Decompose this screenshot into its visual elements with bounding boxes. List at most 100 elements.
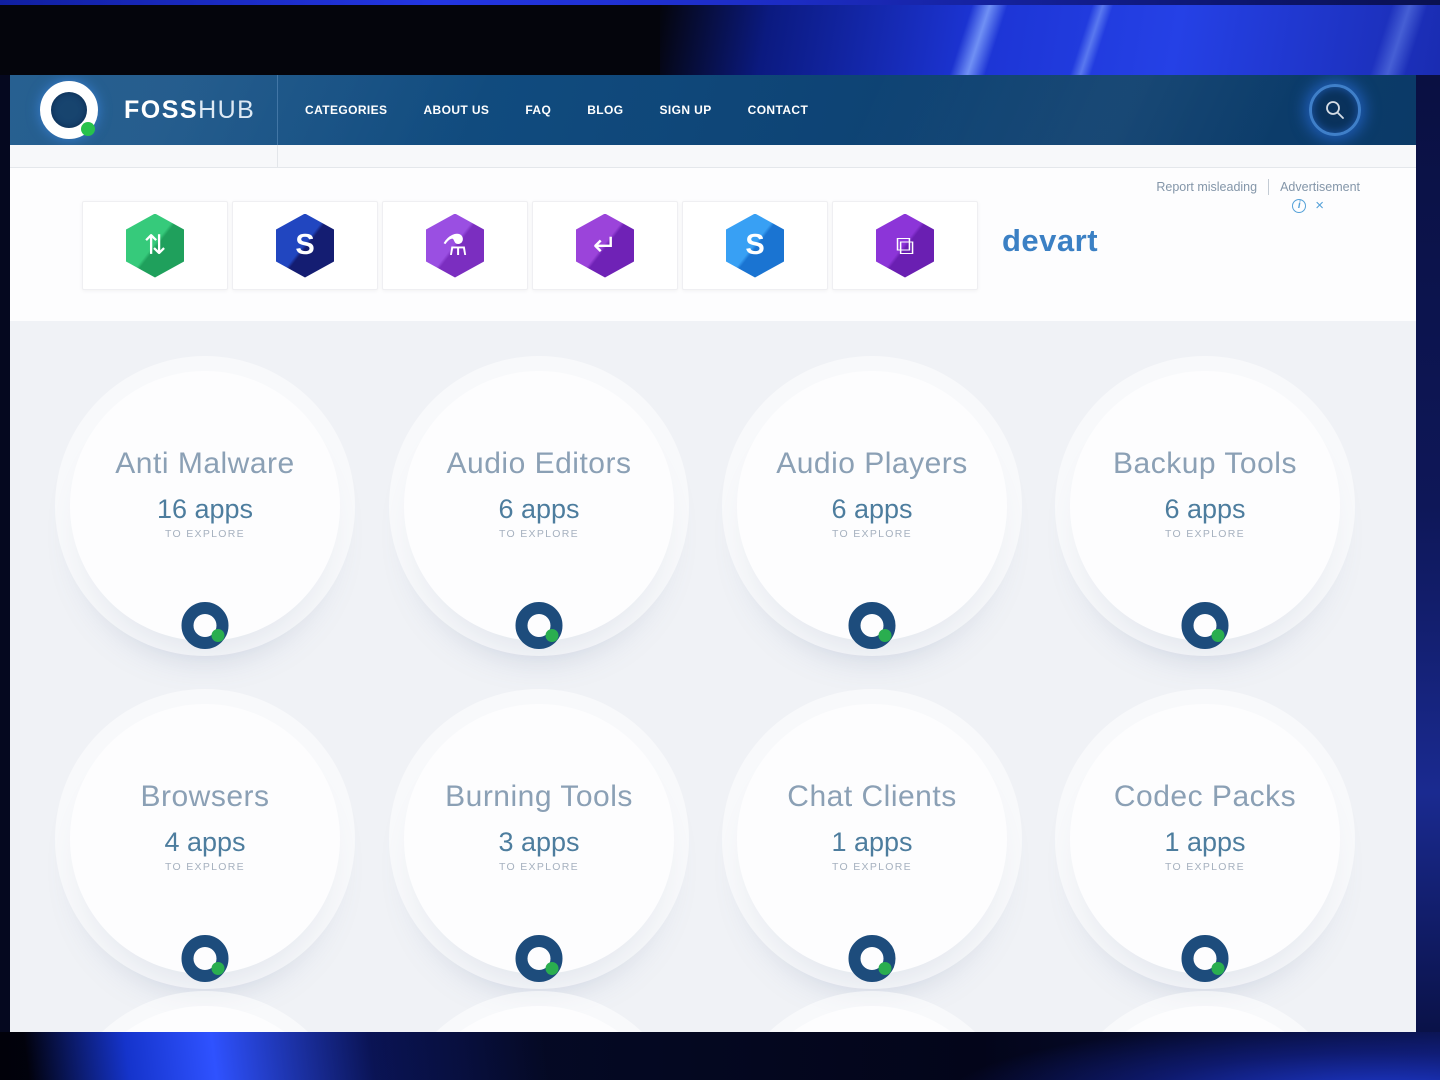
wordmark-light: HUB [198,95,256,124]
category-circle-partial[interactable] [404,1006,674,1032]
green-dot-icon [1211,629,1225,642]
category-circle-partial[interactable] [1070,1006,1340,1032]
fosshub-o-icon [848,602,896,649]
category-card-audio-editors[interactable]: Audio Editors 6 apps TO EXPLORE [404,371,674,649]
category-count: 3 apps [498,827,580,857]
data-blocks-hexagon-icon: ⧉ [876,213,934,278]
report-misleading-link[interactable]: Report misleading [1156,180,1257,194]
green-dot-icon [211,629,225,642]
category-card-browsers[interactable]: Browsers 4 apps TO EXPLORE [70,704,340,982]
category-card-chat-clients[interactable]: Chat Clients 1 apps TO EXPLORE [737,704,1007,982]
category-card-anti-malware[interactable]: Anti Malware 16 apps TO EXPLORE [70,371,340,649]
fosshub-o-icon [181,602,229,649]
nav-item-faq[interactable]: FAQ [525,103,551,117]
ad-tile[interactable]: ⚗ [382,201,528,290]
studio-s-blue-hexagon-icon: S [726,213,784,278]
subbar-divider [277,145,278,167]
category-explore-label: TO EXPLORE [832,528,912,540]
green-dot-icon [545,629,559,642]
categories-grid: Anti Malware 16 apps TO EXPLORE Audio Ed… [10,321,1416,1032]
category-count: 16 apps [156,494,254,524]
category-count: 1 apps [831,827,913,857]
search-button[interactable] [1309,84,1361,136]
sync-arrows-hexagon-icon: ⇅ [126,213,184,278]
fosshub-o-icon [181,935,229,982]
category-card-burning-tools[interactable]: Burning Tools 3 apps TO EXPLORE [404,704,674,982]
studio-s-navy-hexagon-icon: S [276,213,334,278]
category-explore-label: TO EXPLORE [165,528,245,540]
green-dot-icon [211,962,225,975]
category-title: Burning Tools [445,780,633,813]
light-streak [1356,5,1438,75]
advertisement-label: Advertisement [1280,180,1360,194]
green-dot-icon [878,962,892,975]
ad-close-icon[interactable]: × [1315,198,1324,213]
category-title: Audio Editors [446,447,632,480]
sub-header-strip [10,145,1416,168]
slide-left-band [0,75,10,1032]
category-circle-partial[interactable] [70,1006,340,1032]
nav-item-blog[interactable]: BLOG [587,103,623,117]
search-icon [1326,101,1344,119]
main-navigation: CATEGORIES ABOUT US FAQ BLOG SIGN UP CON… [305,75,808,145]
category-count: 6 apps [831,494,913,524]
category-title: Audio Players [776,447,968,480]
fosshub-o-icon [1181,602,1229,649]
browser-page: FOSSHUB CATEGORIES ABOUT US FAQ BLOG SIG… [10,75,1416,1032]
category-explore-label: TO EXPLORE [165,861,245,873]
category-count: 1 apps [1164,827,1246,857]
ad-tile[interactable]: S [682,201,828,290]
ad-meta: Report misleading Advertisement [1156,179,1360,195]
fosshub-logo[interactable]: FOSSHUB [40,81,255,139]
devart-logo[interactable]: devart [1002,223,1098,259]
light-streak [936,5,1018,75]
slide-top-right-glow [660,5,1440,75]
slide-bottom-band [0,1032,1440,1080]
category-circle-partial[interactable] [737,1006,1007,1032]
category-title: Chat Clients [787,780,957,813]
flask-hexagon-icon: ⚗ [426,213,484,278]
adchoices-info-icon[interactable]: i [1292,199,1307,213]
fosshub-o-icon [515,935,563,982]
nav-item-categories[interactable]: CATEGORIES [305,103,387,117]
nav-item-sign-up[interactable]: SIGN UP [659,103,711,117]
category-explore-label: TO EXPLORE [499,528,579,540]
fosshub-o-icon [515,602,563,649]
ad-meta-divider [1268,179,1270,195]
category-explore-label: TO EXPLORE [1165,528,1245,540]
navbar-divider [277,75,278,145]
category-title: Anti Malware [115,447,295,480]
category-title: Browsers [140,780,270,813]
category-explore-label: TO EXPLORE [1165,861,1245,873]
category-count: 4 apps [164,827,246,857]
nav-item-about-us[interactable]: ABOUT US [423,103,489,117]
fosshub-o-icon [40,81,98,139]
ad-product-tiles: ⇅ S ⚗ ↵ S ⧉ [82,201,978,290]
green-dot-icon [81,122,95,136]
green-dot-icon [545,962,559,975]
category-card-codec-packs[interactable]: Codec Packs 1 apps TO EXPLORE [1070,704,1340,982]
advertisement-banner: Report misleading Advertisement i × ⇅ S … [10,168,1416,321]
green-dot-icon [1211,962,1225,975]
category-count: 6 apps [498,494,580,524]
fosshub-wordmark: FOSSHUB [124,96,255,125]
nav-item-contact[interactable]: CONTACT [748,103,809,117]
fosshub-o-icon [848,935,896,982]
category-card-backup-tools[interactable]: Backup Tools 6 apps TO EXPLORE [1070,371,1340,649]
ad-tile[interactable]: ⧉ [832,201,978,290]
ad-tile[interactable]: ⇅ [82,201,228,290]
return-arrow-hexagon-icon: ↵ [576,213,634,278]
category-count: 6 apps [1164,494,1246,524]
ad-tile[interactable]: ↵ [532,201,678,290]
ad-tile[interactable]: S [232,201,378,290]
top-navbar: FOSSHUB CATEGORIES ABOUT US FAQ BLOG SIG… [10,75,1416,145]
green-dot-icon [878,629,892,642]
light-streak [1055,5,1125,75]
ad-controls: i × [1292,198,1324,213]
category-card-audio-players[interactable]: Audio Players 6 apps TO EXPLORE [737,371,1007,649]
category-title: Codec Packs [1113,780,1297,813]
fosshub-o-icon [1181,935,1229,982]
slide-right-band [1416,75,1440,1032]
category-explore-label: TO EXPLORE [499,861,579,873]
wordmark-bold: FOSS [124,95,199,124]
